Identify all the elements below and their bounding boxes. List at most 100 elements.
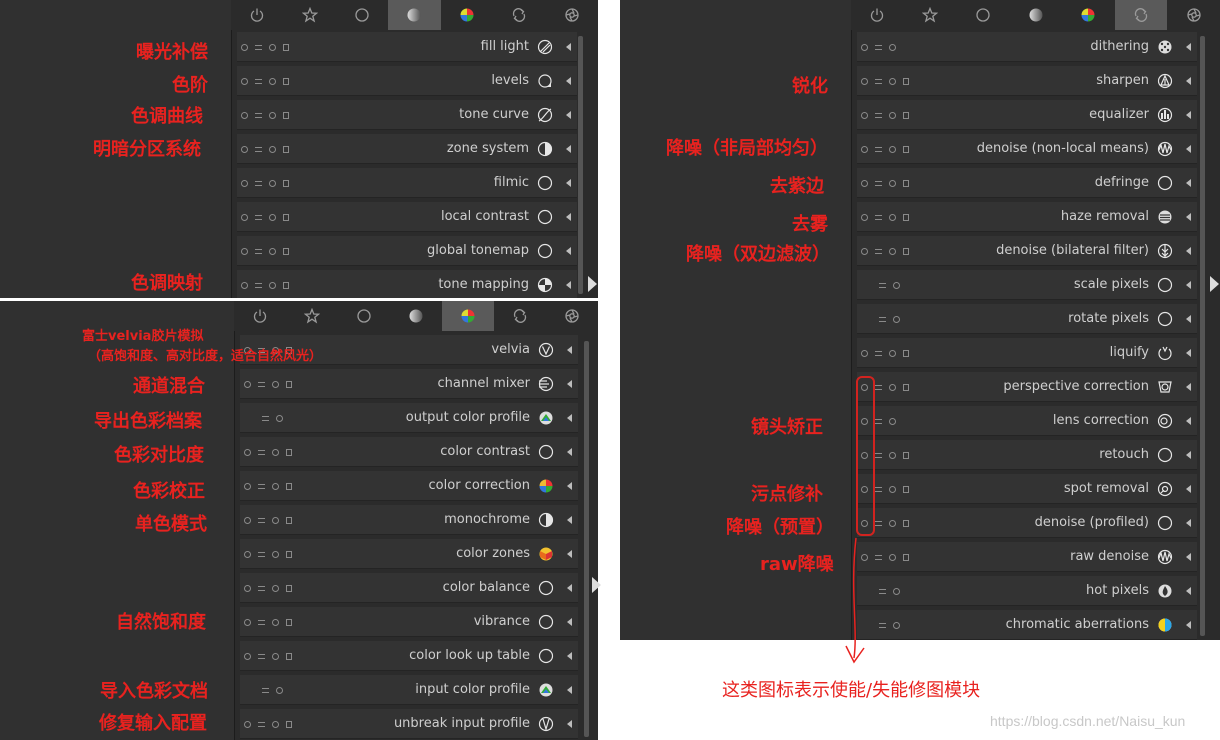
multi-instance-icon[interactable] [903, 179, 909, 187]
module-color-correction[interactable]: color correction [240, 471, 578, 501]
preset-icon[interactable] [272, 482, 279, 490]
scrollbar[interactable] [584, 341, 589, 737]
collapse-arrow-icon[interactable] [566, 212, 571, 221]
module-fill-light[interactable]: fill light [237, 32, 577, 62]
multi-instance-icon[interactable] [283, 213, 289, 221]
power-icon[interactable] [241, 247, 248, 255]
color-tab[interactable] [1062, 0, 1115, 30]
menu-icon[interactable] [875, 113, 882, 118]
multi-instance-icon[interactable] [283, 247, 289, 255]
menu-icon[interactable] [875, 249, 882, 254]
power-tab[interactable] [231, 0, 283, 30]
module-output-color-profile[interactable]: output color profile [240, 403, 578, 433]
menu-icon[interactable] [258, 722, 265, 727]
power-tab[interactable] [234, 301, 286, 331]
module-tone-curve[interactable]: tone curve [237, 100, 577, 130]
expand-arrow-icon[interactable] [1210, 276, 1219, 292]
preset-icon[interactable] [889, 349, 896, 357]
collapse-arrow-icon[interactable] [567, 345, 572, 354]
preset-icon[interactable] [272, 448, 279, 456]
collapse-arrow-icon[interactable] [567, 515, 572, 524]
power-icon[interactable] [244, 618, 251, 626]
multi-instance-icon[interactable] [903, 519, 909, 527]
preset-icon[interactable] [893, 587, 900, 595]
collapse-arrow-icon[interactable] [566, 178, 571, 187]
preset-icon[interactable] [889, 111, 896, 119]
menu-icon[interactable] [262, 688, 269, 693]
menu-icon[interactable] [875, 385, 882, 390]
multi-instance-icon[interactable] [286, 380, 292, 388]
power-icon[interactable] [244, 720, 251, 728]
menu-icon[interactable] [258, 484, 265, 489]
module-channel-mixer[interactable]: channel mixer [240, 369, 578, 399]
power-icon[interactable] [241, 179, 248, 187]
correct-tab[interactable] [1114, 0, 1168, 30]
menu-icon[interactable] [255, 181, 262, 186]
menu-icon[interactable] [258, 382, 265, 387]
menu-icon[interactable] [875, 351, 882, 356]
collapse-arrow-icon[interactable] [566, 280, 571, 289]
multi-instance-icon[interactable] [283, 111, 289, 119]
multi-instance-icon[interactable] [283, 43, 289, 51]
multi-instance-icon[interactable] [903, 111, 909, 119]
menu-icon[interactable] [255, 113, 262, 118]
multi-instance-icon[interactable] [903, 349, 909, 357]
multi-instance-icon[interactable] [903, 145, 909, 153]
module-unbreak-input-profile[interactable]: unbreak input profile [240, 709, 578, 739]
power-icon[interactable] [861, 247, 868, 255]
module-color-contrast[interactable]: color contrast [240, 437, 578, 467]
multi-instance-icon[interactable] [286, 618, 292, 626]
menu-icon[interactable] [258, 552, 265, 557]
collapse-arrow-icon[interactable] [567, 651, 572, 660]
power-icon[interactable] [861, 213, 868, 221]
preset-icon[interactable] [272, 516, 279, 524]
menu-icon[interactable] [255, 79, 262, 84]
preset-icon[interactable] [889, 213, 896, 221]
circle-tab[interactable] [338, 301, 390, 331]
multi-instance-icon[interactable] [286, 584, 292, 592]
menu-icon[interactable] [875, 419, 882, 424]
preset-icon[interactable] [272, 584, 279, 592]
preset-icon[interactable] [889, 417, 896, 425]
module-tone-mapping[interactable]: tone mapping [237, 270, 577, 298]
multi-instance-icon[interactable] [286, 516, 292, 524]
preset-icon[interactable] [269, 247, 276, 255]
menu-icon[interactable] [875, 453, 882, 458]
power-icon[interactable] [244, 584, 251, 592]
multi-instance-icon[interactable] [286, 482, 292, 490]
menu-icon[interactable] [875, 181, 882, 186]
menu-icon[interactable] [255, 283, 262, 288]
menu-icon[interactable] [875, 521, 882, 526]
collapse-arrow-icon[interactable] [1186, 144, 1191, 153]
menu-icon[interactable] [258, 620, 265, 625]
preset-icon[interactable] [276, 414, 283, 422]
collapse-arrow-icon[interactable] [567, 583, 572, 592]
module-vibrance[interactable]: vibrance [240, 607, 578, 637]
module-retouch[interactable]: retouch [857, 440, 1197, 470]
module-perspective-correction[interactable]: perspective correction [857, 372, 1197, 402]
module-hot-pixels[interactable]: hot pixels [857, 576, 1197, 606]
menu-icon[interactable] [255, 215, 262, 220]
multi-instance-icon[interactable] [903, 77, 909, 85]
collapse-arrow-icon[interactable] [1186, 280, 1191, 289]
module-color-balance[interactable]: color balance [240, 573, 578, 603]
module-spot-removal[interactable]: spot removal [857, 474, 1197, 504]
power-icon[interactable] [241, 43, 248, 51]
collapse-arrow-icon[interactable] [566, 144, 571, 153]
menu-icon[interactable] [879, 589, 886, 594]
tone-tab[interactable] [388, 0, 441, 30]
power-icon[interactable] [241, 213, 248, 221]
collapse-arrow-icon[interactable] [567, 413, 572, 422]
preset-icon[interactable] [269, 179, 276, 187]
module-defringe[interactable]: defringe [857, 168, 1197, 198]
correct-tab[interactable] [494, 301, 546, 331]
collapse-arrow-icon[interactable] [1186, 518, 1191, 527]
power-icon[interactable] [861, 77, 868, 85]
collapse-arrow-icon[interactable] [567, 685, 572, 694]
menu-icon[interactable] [875, 147, 882, 152]
collapse-arrow-icon[interactable] [1186, 178, 1191, 187]
module-equalizer[interactable]: equalizer [857, 100, 1197, 130]
menu-icon[interactable] [879, 283, 886, 288]
module-levels[interactable]: levels [237, 66, 577, 96]
collapse-arrow-icon[interactable] [1186, 348, 1191, 357]
